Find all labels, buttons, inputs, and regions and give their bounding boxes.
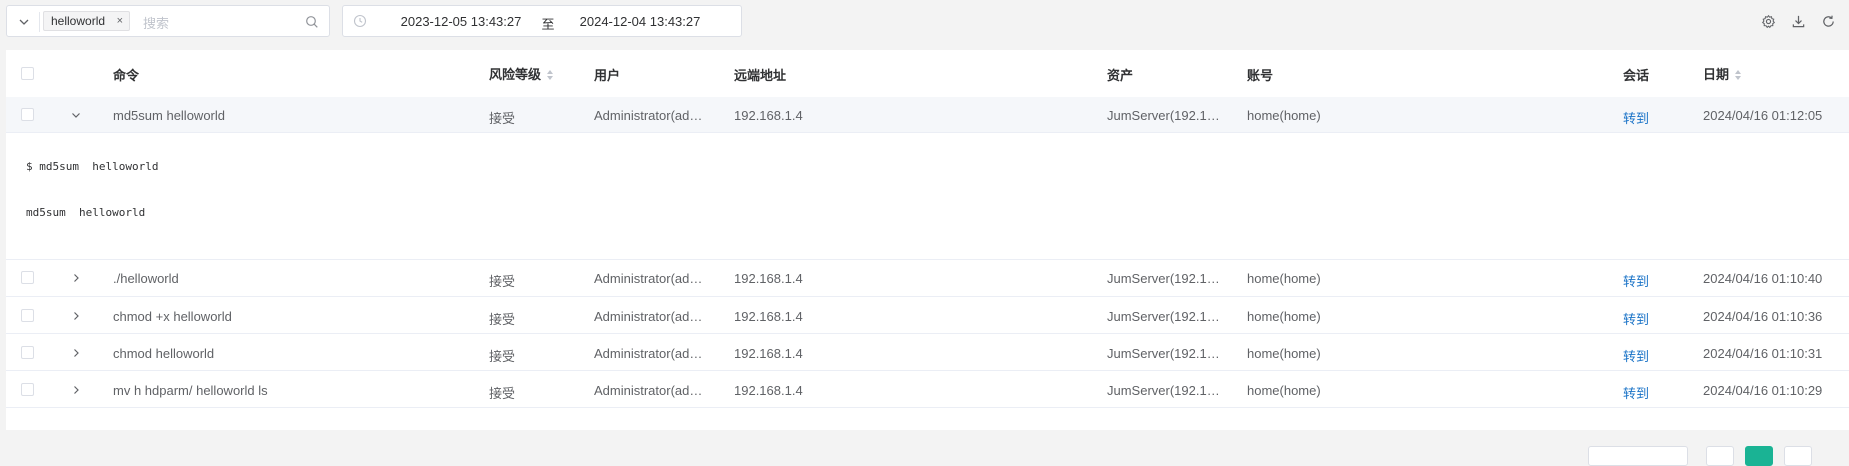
header-date[interactable]: 日期 <box>1703 64 1742 83</box>
chevron-down-icon[interactable] <box>70 109 82 121</box>
header-remote: 远端地址 <box>734 68 787 83</box>
date-separator: 至 <box>541 17 555 32</box>
command-output-line: md5sum helloworld <box>26 206 146 219</box>
select-all-checkbox[interactable] <box>21 67 34 80</box>
header-account: 账号 <box>1247 68 1274 83</box>
prev-page-button[interactable] <box>1706 446 1734 466</box>
cell-command: md5sum helloworld <box>113 108 225 123</box>
row-checkbox[interactable] <box>21 108 34 121</box>
sort-icon[interactable] <box>546 69 554 81</box>
cell-date: 2024/04/16 01:10:31 <box>1703 346 1823 361</box>
cell-account: home(home) <box>1247 309 1321 324</box>
cell-user: Administrator(ad… <box>594 383 703 398</box>
table-row[interactable]: ./helloworld 接受 Administrator(ad… 192.16… <box>6 259 1849 297</box>
filter-search-box[interactable]: helloworld × <box>6 5 330 37</box>
session-link[interactable]: 转到 <box>1623 271 1649 290</box>
cell-risk: 接受 <box>489 386 516 401</box>
header-risk-label: 风险等级 <box>489 67 542 82</box>
refresh-icon[interactable] <box>1821 14 1836 29</box>
filter-tag-label: helloworld <box>51 14 106 28</box>
command-table: 命令 风险等级 用户 远端地址 资产 账号 会话 日期 md5sum hello… <box>6 50 1849 430</box>
cell-asset: JumServer(192.1… <box>1107 271 1220 286</box>
cell-command: chmod +x helloworld <box>113 309 232 324</box>
date-end-input[interactable]: 2024-12-04 13:43:27 <box>565 14 715 29</box>
clock-icon <box>353 14 367 28</box>
cell-risk: 接受 <box>489 349 516 364</box>
header-risk[interactable]: 风险等级 <box>489 64 554 83</box>
row-checkbox[interactable] <box>21 383 34 396</box>
table-row[interactable]: chmod helloworld 接受 Administrator(ad… 19… <box>6 334 1849 371</box>
row-checkbox[interactable] <box>21 346 34 359</box>
cell-asset: JumServer(192.1… <box>1107 383 1220 398</box>
cell-account: home(home) <box>1247 108 1321 123</box>
cell-remote: 192.168.1.4 <box>734 108 803 123</box>
chevron-right-icon[interactable] <box>70 347 82 359</box>
chevron-right-icon[interactable] <box>70 310 82 322</box>
header-date-label: 日期 <box>1703 67 1730 82</box>
cell-risk: 接受 <box>489 274 516 289</box>
cell-user: Administrator(ad… <box>594 271 703 286</box>
cell-remote: 192.168.1.4 <box>734 309 803 324</box>
session-link[interactable]: 转到 <box>1623 108 1649 127</box>
tag-close-icon[interactable]: × <box>117 12 123 31</box>
session-link[interactable]: 转到 <box>1623 346 1649 365</box>
cell-risk: 接受 <box>489 111 516 126</box>
header-command: 命令 <box>113 68 140 83</box>
filter-tag: helloworld × <box>43 11 131 31</box>
cell-command: chmod helloworld <box>113 346 215 361</box>
table-row[interactable]: chmod +x helloworld 接受 Administrator(ad…… <box>6 297 1849 334</box>
cell-risk: 接受 <box>489 312 516 327</box>
chevron-right-icon[interactable] <box>70 384 82 396</box>
page-button-active[interactable] <box>1745 446 1773 466</box>
command-input-line: $ md5sum helloworld <box>26 160 159 173</box>
cell-asset: JumServer(192.1… <box>1107 346 1220 361</box>
search-input[interactable] <box>141 12 305 34</box>
expanded-detail: $ md5sum helloworld md5sum helloworld <box>6 133 1849 260</box>
cell-remote: 192.168.1.4 <box>734 346 803 361</box>
row-checkbox[interactable] <box>21 271 34 284</box>
toolbar: helloworld × 2023-12-05 13:43:27 至 2024-… <box>0 0 1849 48</box>
cell-date: 2024/04/16 01:12:05 <box>1703 108 1823 123</box>
page-size-select[interactable] <box>1588 446 1688 466</box>
session-link[interactable]: 转到 <box>1623 309 1649 328</box>
cell-date: 2024/04/16 01:10:29 <box>1703 383 1823 398</box>
cell-user: Administrator(ad… <box>594 309 703 324</box>
date-range-picker[interactable]: 2023-12-05 13:43:27 至 2024-12-04 13:43:2… <box>342 5 742 37</box>
header-session: 会话 <box>1623 68 1650 83</box>
chevron-right-icon[interactable] <box>70 272 82 284</box>
divider <box>39 12 40 32</box>
sort-icon[interactable] <box>1734 69 1742 81</box>
cell-date: 2024/04/16 01:10:36 <box>1703 309 1823 324</box>
chevron-down-icon[interactable] <box>17 15 31 29</box>
cell-account: home(home) <box>1247 346 1321 361</box>
search-icon[interactable] <box>305 15 319 29</box>
header-asset: 资产 <box>1107 68 1134 83</box>
cell-user: Administrator(ad… <box>594 108 703 123</box>
header-user: 用户 <box>594 68 621 83</box>
cell-date: 2024/04/16 01:10:40 <box>1703 271 1823 286</box>
session-link[interactable]: 转到 <box>1623 383 1649 402</box>
cell-remote: 192.168.1.4 <box>734 383 803 398</box>
cell-asset: JumServer(192.1… <box>1107 108 1220 123</box>
cell-user: Administrator(ad… <box>594 346 703 361</box>
table-row[interactable]: md5sum helloworld 接受 Administrator(ad… 1… <box>6 97 1849 133</box>
download-icon[interactable] <box>1791 14 1806 29</box>
table-row[interactable]: mv h hdparm/ helloworld ls 接受 Administra… <box>6 371 1849 408</box>
cell-asset: JumServer(192.1… <box>1107 309 1220 324</box>
row-checkbox[interactable] <box>21 309 34 322</box>
table-header: 命令 风险等级 用户 远端地址 资产 账号 会话 日期 <box>6 50 1849 98</box>
date-start-input[interactable]: 2023-12-05 13:43:27 <box>391 14 531 29</box>
cell-account: home(home) <box>1247 383 1321 398</box>
next-page-button[interactable] <box>1784 446 1812 466</box>
cell-remote: 192.168.1.4 <box>734 271 803 286</box>
gear-icon[interactable] <box>1761 14 1776 29</box>
cell-command: mv h hdparm/ helloworld ls <box>113 383 268 398</box>
cell-command: ./helloworld <box>113 271 179 286</box>
cell-account: home(home) <box>1247 271 1321 286</box>
